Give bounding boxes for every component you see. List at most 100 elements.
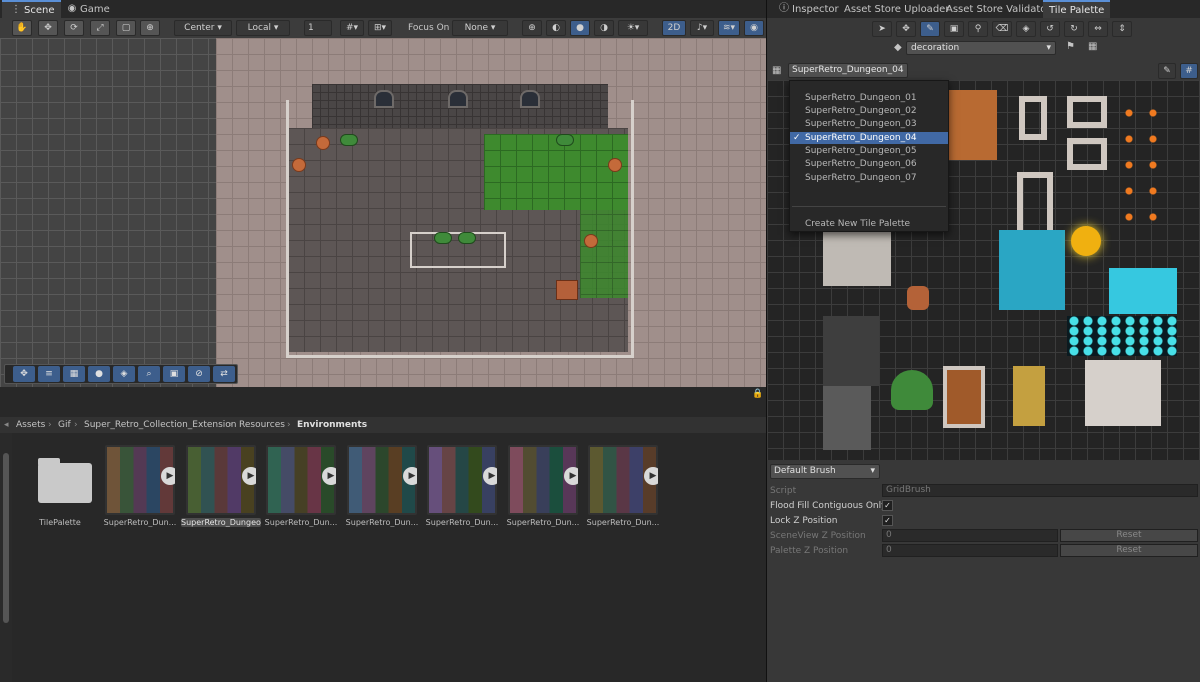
rect-tool-button[interactable]: ▢ xyxy=(116,20,136,36)
tile-statue[interactable] xyxy=(1013,366,1045,426)
active-target-dropdown[interactable]: decoration ▾ xyxy=(906,41,1056,55)
scene-fx-dropdown[interactable]: ☀▾ xyxy=(618,20,648,36)
tab-game[interactable]: ◉ Game xyxy=(58,0,116,18)
pivot-dropdown[interactable]: Center ▾ xyxy=(174,20,232,36)
shuffle-icon[interactable]: ⇄ xyxy=(213,366,235,382)
mode-2d-button[interactable]: 2D xyxy=(662,20,686,36)
play-icon[interactable]: ▶ xyxy=(322,467,336,485)
gizmo-toggle-button[interactable]: ⊕ xyxy=(522,20,542,36)
fill-tool-button[interactable]: ◈ xyxy=(1016,21,1036,37)
create-palette-option[interactable]: Create New Tile Palette xyxy=(790,218,948,230)
effects-button[interactable]: ◑ xyxy=(594,20,614,36)
crumb-resources[interactable]: Resources xyxy=(239,420,285,430)
play-icon[interactable]: ▶ xyxy=(161,467,175,485)
play-icon[interactable]: ▶ xyxy=(483,467,497,485)
brush-dropdown[interactable]: Default Brush ▾ xyxy=(770,464,880,479)
palette-option[interactable]: SuperRetro_Dungeon_01 xyxy=(790,92,948,104)
play-icon[interactable]: ▶ xyxy=(403,467,417,485)
flip-y-button[interactable]: ⇕ xyxy=(1112,21,1132,37)
transform-tool-button[interactable]: ⊕ xyxy=(140,20,160,36)
box-fill-tool-button[interactable]: ▣ xyxy=(944,21,964,37)
edit-palette-button[interactable]: ✎ xyxy=(1158,63,1176,79)
erase-tool-button[interactable]: ⌫ xyxy=(992,21,1012,37)
asset-item[interactable]: ▶ SuperRetro_Dun... xyxy=(583,445,663,527)
tile-dark-wall[interactable] xyxy=(823,316,879,386)
lighting-button[interactable]: ● xyxy=(570,20,590,36)
focus-dropdown[interactable]: None ▾ xyxy=(452,20,508,36)
flip-x-button[interactable]: ⇔ xyxy=(1088,21,1108,37)
palette-option[interactable]: SuperRetro_Dungeon_07 xyxy=(790,172,948,184)
rotate-ccw-button[interactable]: ↺ xyxy=(1040,21,1060,37)
erase-icon[interactable]: ⊘ xyxy=(188,366,210,382)
move-tool-button[interactable]: ✥ xyxy=(896,21,916,37)
crumb-assets[interactable]: Assets xyxy=(16,420,45,430)
picker-icon[interactable]: ⌕ xyxy=(138,366,160,382)
palette-option-selected[interactable]: ✓ SuperRetro_Dungeon_04 xyxy=(790,132,948,144)
play-icon[interactable]: ▶ xyxy=(242,467,256,485)
tile-water-light[interactable] xyxy=(1109,268,1177,314)
tab-asset-store-validator[interactable]: Asset Store Validator xyxy=(940,0,1057,18)
tile-brick-floor[interactable] xyxy=(949,90,997,160)
palette-option[interactable]: SuperRetro_Dungeon_03 xyxy=(790,118,948,130)
move-icon[interactable]: ✥ xyxy=(13,366,35,382)
asset-item-selected[interactable]: ▶ SuperRetro_Dungeo... xyxy=(181,445,261,527)
palette-dropdown[interactable]: SuperRetro_Dungeon_04 ▾ xyxy=(788,63,908,88)
palette-z-field[interactable]: 0 xyxy=(882,544,1058,557)
select-tool-button[interactable]: ➤ xyxy=(872,21,892,37)
grid-toggle-button[interactable]: # xyxy=(1180,63,1198,79)
crumb-collection[interactable]: Super_Retro_Collection_Extension xyxy=(84,420,237,430)
tile-frame[interactable] xyxy=(1017,172,1053,232)
overlay-icon[interactable]: ▦ xyxy=(1088,41,1097,52)
tile-flames[interactable] xyxy=(1117,100,1167,230)
scale-tool-button[interactable]: ⤢ xyxy=(90,20,110,36)
rotate-cw-button[interactable]: ↻ xyxy=(1064,21,1084,37)
crumb-environments[interactable]: Environments xyxy=(297,420,367,430)
grid-icon[interactable]: ▦ xyxy=(63,366,85,382)
palette-option[interactable]: SuperRetro_Dungeon_05 xyxy=(790,145,948,157)
reset-palette-z-button[interactable]: Reset xyxy=(1060,544,1198,557)
reset-sceneview-button[interactable]: Reset xyxy=(1060,529,1198,542)
asset-item[interactable]: ▶ SuperRetro_Dun... xyxy=(342,445,422,527)
asset-item[interactable]: ▶ SuperRetro_Dun... xyxy=(100,445,180,527)
focus-tilemap-icon[interactable]: ⚑ xyxy=(1066,41,1075,52)
flood-fill-checkbox[interactable]: ✓ xyxy=(882,500,893,511)
tile-altar[interactable] xyxy=(1085,360,1161,426)
tile-frame[interactable] xyxy=(1067,96,1107,128)
tile-pot[interactable] xyxy=(907,286,929,310)
scrollbar[interactable] xyxy=(0,433,12,682)
snap-button[interactable]: ⊞▾ xyxy=(368,20,392,36)
crumb-gif[interactable]: Gif xyxy=(58,420,71,430)
tab-inspector[interactable]: ⓘ Inspector xyxy=(770,0,845,18)
asset-item[interactable]: ▶ SuperRetro_Dun... xyxy=(261,445,341,527)
paint-tool-button[interactable]: ✎ xyxy=(920,21,940,37)
tile-stone-wall[interactable] xyxy=(823,386,871,450)
tile-pillars[interactable] xyxy=(823,226,891,286)
audio-button[interactable]: ♪▾ xyxy=(690,20,714,36)
tab-asset-store-uploader[interactable]: Asset Store Uploader xyxy=(838,0,955,18)
shading-button[interactable]: ◐ xyxy=(546,20,566,36)
rotate-tool-button[interactable]: ⟳ xyxy=(64,20,84,36)
sceneview-z-field[interactable]: 0 xyxy=(882,529,1058,542)
tile-palm[interactable] xyxy=(891,370,933,410)
play-icon[interactable]: ▶ xyxy=(644,467,658,485)
play-icon[interactable]: ▶ xyxy=(564,467,578,485)
tile-frame[interactable] xyxy=(1067,138,1107,170)
fill-icon[interactable]: ◈ xyxy=(113,366,135,382)
layers-button[interactable]: ≋▾ xyxy=(718,20,740,36)
brush-icon[interactable]: ● xyxy=(88,366,110,382)
move-tool-button[interactable]: ✥ xyxy=(38,20,58,36)
picker-tool-button[interactable]: ⚲ xyxy=(968,21,988,37)
tile-frame[interactable] xyxy=(1019,96,1047,140)
visibility-button[interactable]: ◉ xyxy=(744,20,764,36)
lock-icon[interactable]: 🔒 xyxy=(752,389,763,399)
box-fill-icon[interactable]: ▣ xyxy=(163,366,185,382)
asset-item[interactable]: ▶ SuperRetro_Dun... xyxy=(422,445,502,527)
space-dropdown[interactable]: Local ▾ xyxy=(236,20,290,36)
tile-water-pattern[interactable] xyxy=(1067,316,1177,356)
tile-stairs[interactable] xyxy=(943,366,985,428)
grid-snap-button[interactable]: #▾ xyxy=(340,20,364,36)
folder-tilepalette[interactable]: TilePalette xyxy=(20,445,100,527)
tile-water[interactable] xyxy=(999,230,1065,310)
grid-increment-field[interactable]: 1 xyxy=(304,20,332,36)
hand-tool-button[interactable]: ✋ xyxy=(12,20,32,36)
